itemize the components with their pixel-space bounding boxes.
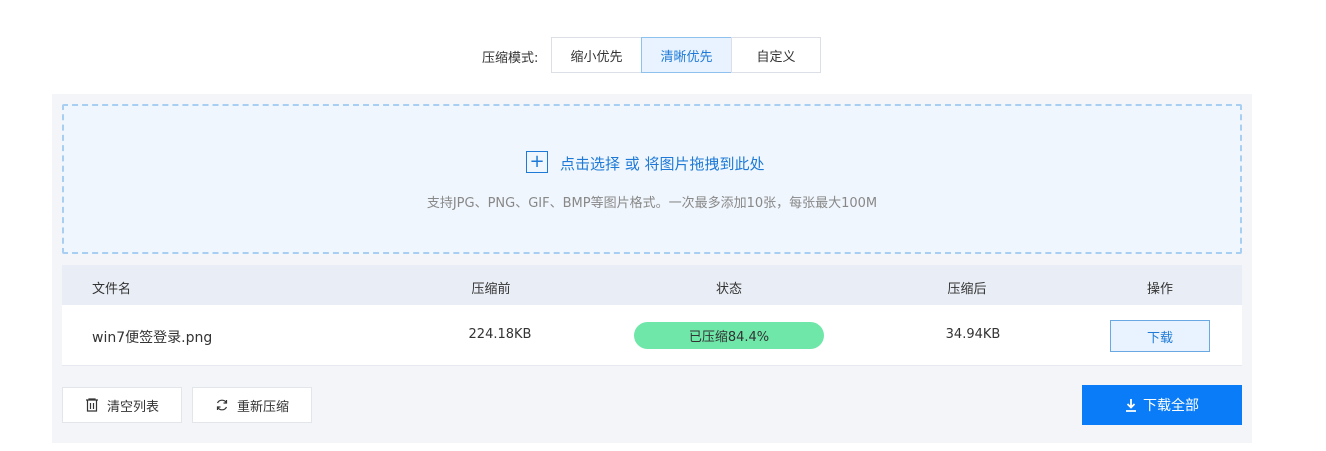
table-header: 文件名 压缩前 状态 压缩后 操作 bbox=[62, 265, 1242, 305]
header-action: 操作 bbox=[1146, 282, 1174, 297]
dropzone-title[interactable]: 点击选择 或 将图片拖拽到此处 bbox=[560, 153, 765, 174]
header-after: 压缩后 bbox=[947, 282, 987, 297]
dropzone-hint: 支持JPG、PNG、GIF、BMP等图片格式。一次最多添加10张，每张最大100… bbox=[426, 196, 878, 211]
mode-option-custom[interactable]: 自定义 bbox=[731, 37, 821, 73]
header-status: 状态 bbox=[715, 282, 743, 297]
size-after: 34.94KB bbox=[945, 327, 1001, 342]
header-filename: 文件名 bbox=[92, 282, 132, 297]
recompress-label: 重新压缩 bbox=[236, 399, 289, 415]
download-all-label: 下载全部 bbox=[1143, 398, 1199, 414]
mode-option-smaller[interactable]: 缩小优先 bbox=[551, 37, 642, 73]
download-all-button[interactable]: 下载全部 bbox=[1082, 385, 1242, 425]
mode-option-clarity[interactable]: 清晰优先 bbox=[641, 37, 732, 73]
status-badge: 已压缩84.4% bbox=[634, 322, 824, 349]
refresh-icon bbox=[216, 399, 228, 411]
upload-dropzone[interactable] bbox=[62, 104, 1242, 254]
compression-mode-label: 压缩模式: bbox=[482, 51, 539, 66]
file-name: win7便签登录.png bbox=[92, 330, 213, 346]
clear-list-button[interactable]: 清空列表 bbox=[62, 387, 182, 423]
trash-icon bbox=[85, 398, 98, 412]
recompress-button[interactable]: 重新压缩 bbox=[192, 387, 312, 423]
clear-list-label: 清空列表 bbox=[106, 399, 159, 415]
plus-icon[interactable]: + bbox=[526, 151, 548, 173]
download-icon bbox=[1126, 399, 1136, 412]
download-button[interactable]: 下载 bbox=[1110, 320, 1210, 352]
size-before: 224.18KB bbox=[468, 327, 532, 342]
header-before: 压缩前 bbox=[471, 282, 511, 297]
